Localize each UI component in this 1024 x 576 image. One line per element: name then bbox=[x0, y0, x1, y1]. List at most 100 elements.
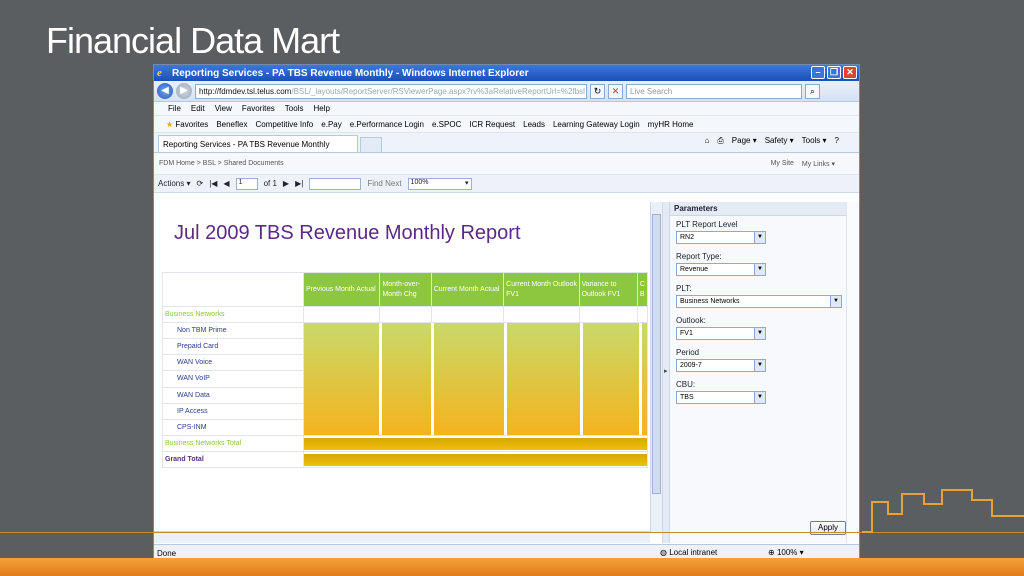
safety-menu[interactable]: Safety ▾ bbox=[765, 136, 794, 146]
col-header: Current Month Outlook FV1 bbox=[503, 272, 580, 307]
footer-orange-bar bbox=[0, 558, 1024, 576]
page-vertical-scrollbar[interactable] bbox=[846, 202, 859, 543]
favorites-button[interactable]: ★ Favorites bbox=[166, 120, 208, 129]
grand-total-bar bbox=[303, 451, 648, 468]
page-number-input[interactable]: 1 bbox=[235, 177, 258, 190]
search-go-icon[interactable]: ⌕ bbox=[805, 83, 820, 99]
page-count: of 1 bbox=[263, 179, 277, 188]
actions-menu[interactable]: Actions ▾ bbox=[158, 179, 190, 188]
tools-menu[interactable]: Tools ▾ bbox=[802, 136, 827, 146]
security-zone: ◍ Local intranet bbox=[660, 548, 718, 557]
col-header: Month-over-Month Chg bbox=[379, 272, 432, 307]
report-vertical-scrollbar[interactable] bbox=[650, 202, 662, 532]
window-titlebar: e Reporting Services - PA TBS Revenue Mo… bbox=[154, 65, 859, 81]
refresh-report-icon[interactable]: ⟳ bbox=[196, 179, 203, 188]
chevron-down-icon: ▼ bbox=[754, 232, 765, 243]
search-input[interactable]: Live Search bbox=[626, 83, 802, 99]
print-icon[interactable]: ⎙ bbox=[717, 136, 723, 146]
home-icon[interactable]: ⌂ bbox=[705, 136, 710, 146]
param-period-select[interactable]: 2009-7 ▼ bbox=[676, 359, 766, 372]
stop-icon[interactable]: ✕ bbox=[608, 83, 623, 99]
new-tab-button[interactable] bbox=[360, 137, 382, 152]
menu-favorites[interactable]: Favorites bbox=[242, 104, 275, 113]
param-report-type-select[interactable]: Revenue ▼ bbox=[676, 263, 766, 276]
row-label: WAN VoIP bbox=[162, 370, 304, 388]
param-cbu-select[interactable]: TBS ▼ bbox=[676, 391, 766, 404]
row-label: Non TBM Prime bbox=[162, 321, 304, 340]
menu-edit[interactable]: Edit bbox=[191, 104, 205, 113]
report-title: Jul 2009 TBS Revenue Monthly Report bbox=[174, 222, 521, 244]
fav-link[interactable]: e.Performance Login bbox=[350, 120, 424, 129]
prev-page-icon[interactable]: ◀ bbox=[223, 179, 229, 188]
slide-title: Financial Data Mart bbox=[46, 20, 340, 61]
help-icon[interactable]: ? bbox=[835, 136, 839, 146]
chevron-down-icon: ▼ bbox=[754, 392, 765, 403]
first-page-icon[interactable]: |◀ bbox=[209, 179, 217, 188]
parameters-pane: Parameters PLT Report Level RN2 ▼ Report … bbox=[669, 202, 846, 543]
param-plt-select[interactable]: Business Networks ▼ bbox=[676, 295, 842, 308]
minimize-button[interactable]: – bbox=[811, 66, 825, 79]
zoom-select[interactable]: 100% ▾ bbox=[407, 177, 472, 190]
my-site-link[interactable]: My Site bbox=[771, 160, 794, 168]
favorites-bar: ★ Favorites Beneflex Competitive Info e.… bbox=[154, 116, 859, 133]
star-icon: ★ bbox=[166, 119, 174, 129]
fav-link[interactable]: myHR Home bbox=[648, 120, 694, 129]
param-label: PLT: bbox=[676, 284, 692, 293]
menu-view[interactable]: View bbox=[215, 104, 232, 113]
menu-file[interactable]: File bbox=[168, 104, 181, 113]
col-header: C B bbox=[636, 272, 648, 307]
menu-tools[interactable]: Tools bbox=[285, 104, 304, 113]
address-input[interactable]: http://fdmdev.tsl.telus.com/BSL/_layouts… bbox=[195, 83, 587, 99]
grand-total-label: Grand Total bbox=[162, 451, 304, 468]
group-total-label: Business Networks Total bbox=[162, 435, 304, 452]
command-bar: ⌂ ⎙ Page ▾ Safety ▾ Tools ▾ ? bbox=[705, 136, 839, 146]
group-label: Business Networks bbox=[162, 306, 304, 323]
params-splitter[interactable]: ▸ bbox=[662, 202, 669, 543]
last-page-icon[interactable]: ▶| bbox=[295, 179, 303, 188]
fav-link[interactable]: e.Pay bbox=[321, 120, 341, 129]
fav-link[interactable]: e.SPOC bbox=[432, 120, 461, 129]
close-button[interactable]: ✕ bbox=[843, 66, 857, 79]
param-outlook-select[interactable]: FV1 ▼ bbox=[676, 327, 766, 340]
sharepoint-bar: FDM Home > BSL > Shared Documents My Sit… bbox=[154, 153, 859, 175]
menu-help[interactable]: Help bbox=[313, 104, 329, 113]
row-label: WAN Data bbox=[162, 386, 304, 404]
fav-link[interactable]: ICR Request bbox=[469, 120, 515, 129]
find-next-link[interactable]: Find Next bbox=[367, 179, 401, 188]
fav-link[interactable]: Learning Gateway Login bbox=[553, 120, 640, 129]
collapse-arrow-icon[interactable]: ▸ bbox=[664, 367, 668, 375]
my-links-link[interactable]: My Links ▾ bbox=[802, 160, 835, 168]
col-header: Current Month Actual bbox=[430, 272, 505, 307]
refresh-icon[interactable]: ↻ bbox=[590, 83, 605, 99]
next-page-icon[interactable]: ▶ bbox=[283, 179, 289, 188]
report-table: Previous Month Actual Month-over-Month C… bbox=[162, 272, 648, 468]
group-total-bar bbox=[303, 435, 648, 452]
param-plt-report-level-select[interactable]: RN2 ▼ bbox=[676, 231, 766, 244]
param-label: PLT Report Level bbox=[676, 220, 738, 229]
zoom-level[interactable]: ⊕ 100% ▾ bbox=[768, 548, 804, 557]
address-bar-row: ◀ ▶ http://fdmdev.tsl.telus.com/BSL/_lay… bbox=[154, 81, 859, 102]
browser-window: e Reporting Services - PA TBS Revenue Mo… bbox=[153, 64, 860, 561]
maximize-button[interactable]: ❐ bbox=[827, 66, 841, 79]
skyline-decoration bbox=[862, 489, 1024, 533]
forward-button[interactable]: ▶ bbox=[176, 83, 192, 99]
page-menu[interactable]: Page ▾ bbox=[732, 136, 757, 146]
chevron-down-icon: ▼ bbox=[830, 296, 841, 307]
param-label: Outlook: bbox=[676, 316, 706, 325]
fav-link[interactable]: Competitive Info bbox=[255, 120, 313, 129]
tab-reporting-services[interactable]: Reporting Services - PA TBS Revenue Mont… bbox=[158, 135, 358, 152]
chevron-down-icon: ▼ bbox=[754, 328, 765, 339]
header-corner bbox=[162, 272, 304, 307]
menu-bar: File Edit View Favorites Tools Help bbox=[154, 102, 859, 116]
chevron-down-icon: ▼ bbox=[754, 360, 765, 371]
row-label: Prepaid Card bbox=[162, 338, 304, 356]
back-button[interactable]: ◀ bbox=[157, 83, 173, 99]
find-input[interactable] bbox=[309, 177, 362, 190]
fav-link[interactable]: Leads bbox=[523, 120, 545, 129]
row-label: WAN Voice bbox=[162, 354, 304, 372]
row-label: CPS-INM bbox=[162, 418, 304, 437]
breadcrumb[interactable]: FDM Home > BSL > Shared Documents bbox=[159, 160, 284, 167]
param-label: Period bbox=[676, 348, 700, 357]
fav-link[interactable]: Beneflex bbox=[216, 120, 247, 129]
param-label: CBU: bbox=[676, 380, 696, 389]
